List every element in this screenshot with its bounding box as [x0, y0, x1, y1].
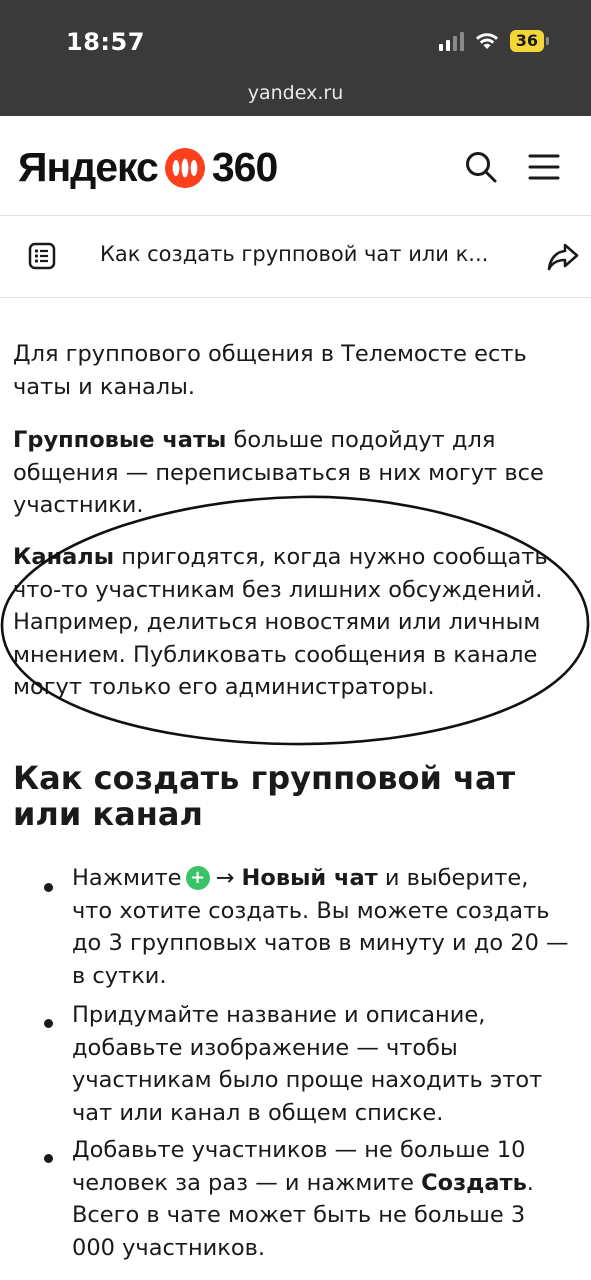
- battery-level: 36: [509, 30, 544, 52]
- logo-text-right: 360: [211, 144, 278, 190]
- menu-icon[interactable]: [528, 152, 560, 182]
- list-bullet: [44, 883, 53, 892]
- list-bullet: [44, 1019, 53, 1028]
- list-item: Добавьте участников — не больше 10 челов…: [72, 1137, 534, 1261]
- browser-chrome: 18:57 36 yandex.ru: [0, 0, 591, 116]
- status-icons: 36: [438, 30, 549, 52]
- battery-icon: 36: [509, 30, 549, 52]
- site-header: Яндекс 360: [0, 116, 591, 216]
- wifi-icon: [474, 31, 500, 51]
- status-time: 18:57: [66, 28, 145, 56]
- toc-icon[interactable]: [28, 242, 56, 270]
- search-icon[interactable]: [464, 150, 498, 184]
- share-icon[interactable]: [546, 240, 580, 274]
- channels-term: Каналы: [13, 544, 115, 570]
- yandex-360-logo[interactable]: Яндекс 360: [18, 144, 278, 191]
- list-bullet: [44, 1154, 53, 1163]
- yandex-360-mark-icon: [164, 147, 205, 188]
- logo-text-left: Яндекс: [18, 144, 159, 190]
- list-item: Придумайте название и описание, добавьте…: [72, 1002, 543, 1126]
- channels-paragraph: Каналы пригодятся, когда нужно сообщать …: [13, 541, 581, 704]
- article-nav-title[interactable]: Как создать групповой чат или к...: [100, 242, 488, 266]
- group-chats-paragraph: Групповые чаты больше подойдут для общен…: [13, 424, 581, 522]
- new-chat-plus-icon: +: [185, 866, 210, 890]
- group-chats-term: Групповые чаты: [13, 427, 227, 453]
- signal-icon: [438, 31, 464, 51]
- url-bar[interactable]: yandex.ru: [0, 82, 591, 104]
- section-heading: Как создать групповой чат или канал: [13, 759, 516, 833]
- list-item: Нажмите + → Новый чат и выберите, что хоти…: [72, 865, 569, 989]
- intro-paragraph: Для группового общения в Телемосте есть …: [13, 341, 527, 400]
- article-nav-bar: Как создать групповой чат или к...: [0, 216, 591, 298]
